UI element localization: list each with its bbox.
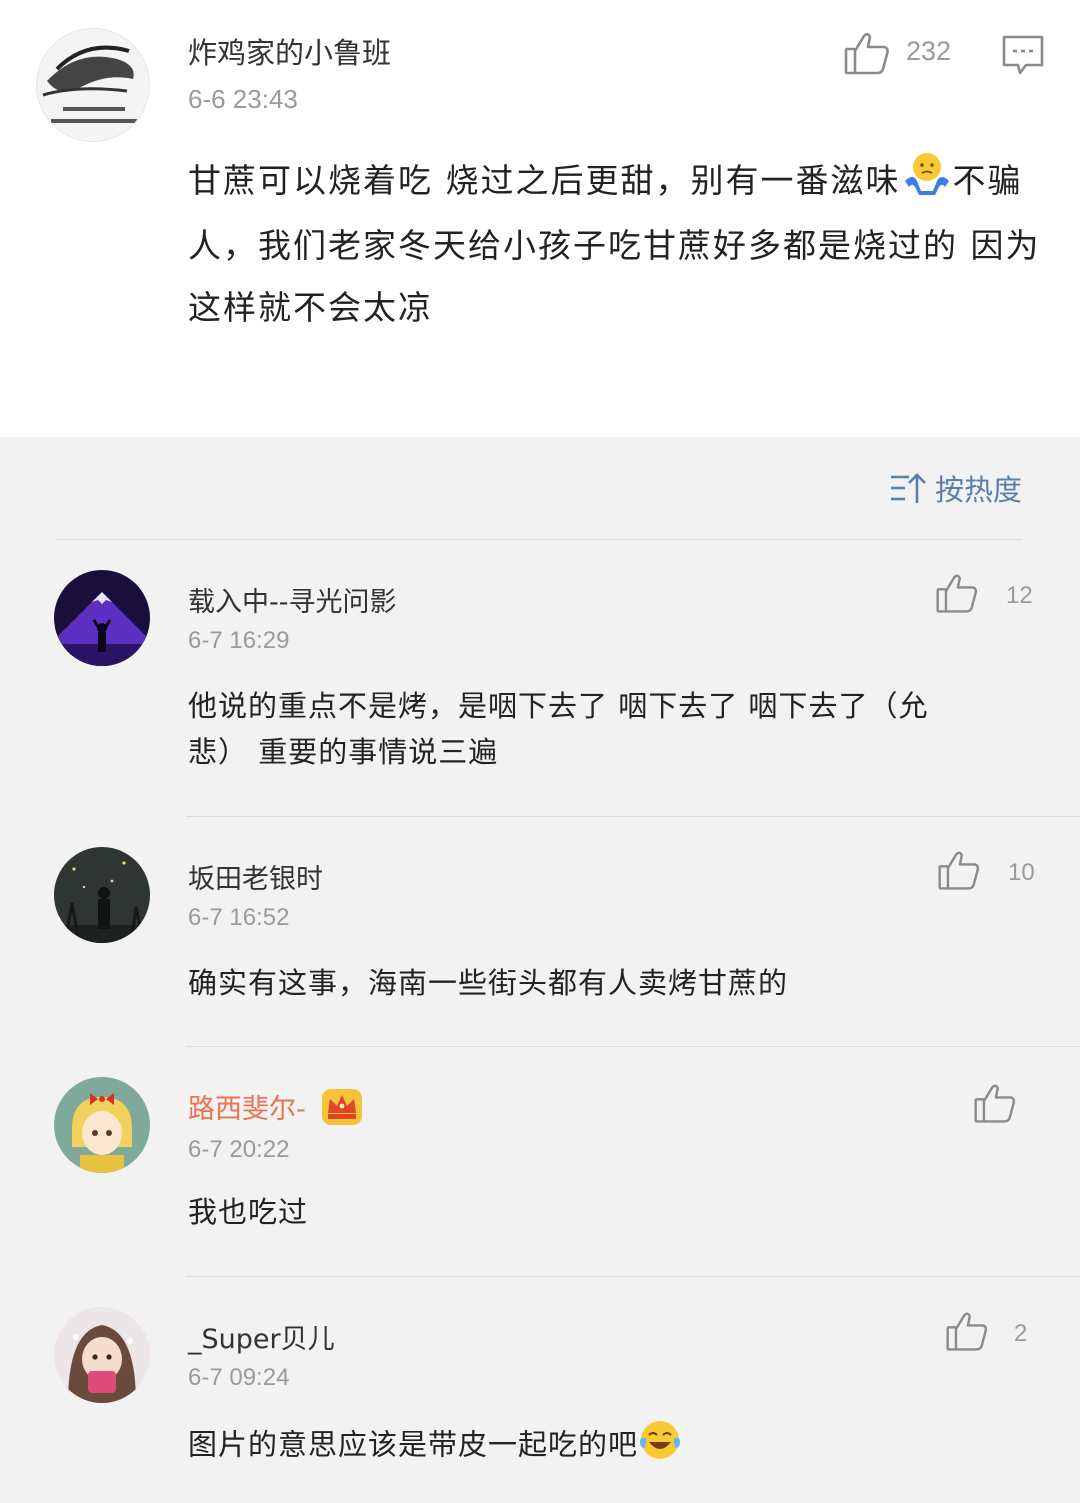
thumbs-up-icon[interactable] bbox=[936, 847, 982, 893]
reply-text: 他说的重点不是烤，是咽下去了 咽下去了 咽下去了（允悲） 重要的事情说三遍 bbox=[188, 689, 929, 769]
username[interactable]: 路西斐尔- bbox=[188, 1087, 364, 1134]
username[interactable]: 载入中--寻光问影 bbox=[188, 580, 397, 619]
timestamp: 6-6 23:43 bbox=[188, 84, 298, 114]
thumbs-up-icon[interactable] bbox=[972, 1080, 1018, 1126]
sort-by-hot-button[interactable]: 按热度 bbox=[889, 468, 1022, 508]
comment-text-part1: 甘蔗可以烧着吃 烧过之后更甜，别有一番滋味 bbox=[188, 161, 901, 200]
reply-text: 确实有这事，海南一些街头都有人卖烤甘蔗的 bbox=[188, 966, 789, 1000]
like-count: 232 bbox=[906, 36, 952, 66]
like-count: 12 bbox=[1006, 582, 1033, 609]
like-count: 2 bbox=[1014, 1320, 1028, 1347]
reply-text: 我也吃过 bbox=[188, 1195, 309, 1229]
divider bbox=[186, 1276, 1080, 1277]
comment-bubble-icon[interactable] bbox=[1000, 33, 1046, 77]
avatar[interactable] bbox=[54, 1077, 150, 1173]
reply-text-content: 图片的意思应该是带皮一起吃的吧 bbox=[188, 1427, 639, 1462]
sort-icon bbox=[889, 471, 927, 505]
thumbs-up-icon[interactable] bbox=[934, 570, 980, 616]
shrug-emoji bbox=[901, 151, 953, 215]
sort-label: 按热度 bbox=[934, 473, 1022, 507]
main-comment: 炸鸡家的小鲁班 6-6 23:43 232 甘蔗可以烧着吃 烧过之后更甜，别有一… bbox=[0, 0, 1080, 437]
timestamp: 6-7 16:29 bbox=[188, 627, 290, 654]
avatar[interactable] bbox=[54, 847, 150, 943]
username[interactable]: 坂田老银时 bbox=[188, 857, 323, 896]
username[interactable]: _Super贝儿 bbox=[188, 1317, 335, 1356]
crown-badge-icon bbox=[320, 1087, 364, 1134]
username-text: 路西斐尔- bbox=[188, 1094, 306, 1125]
timestamp: 6-7 09:24 bbox=[188, 1364, 290, 1391]
avatar[interactable] bbox=[54, 1307, 150, 1403]
timestamp: 6-7 20:22 bbox=[188, 1136, 290, 1163]
avatar[interactable] bbox=[54, 570, 150, 666]
divider bbox=[56, 539, 1022, 540]
divider bbox=[186, 1046, 1080, 1047]
thumbs-up-icon[interactable] bbox=[842, 28, 892, 78]
timestamp: 6-7 16:52 bbox=[188, 904, 290, 931]
laughing-tears-emoji bbox=[638, 1418, 682, 1475]
username[interactable]: 炸鸡家的小鲁班 bbox=[188, 30, 391, 72]
like-count: 10 bbox=[1008, 859, 1035, 886]
thumbs-up-icon[interactable] bbox=[944, 1308, 990, 1354]
reply-text: 图片的意思应该是带皮一起吃的吧 bbox=[188, 1418, 1048, 1475]
comment-text: 甘蔗可以烧着吃 烧过之后更甜，别有一番滋味 不骗人，我们老家冬天给小孩子吃甘蔗好多… bbox=[188, 150, 1048, 339]
divider bbox=[186, 816, 1080, 817]
avatar[interactable] bbox=[36, 28, 150, 142]
